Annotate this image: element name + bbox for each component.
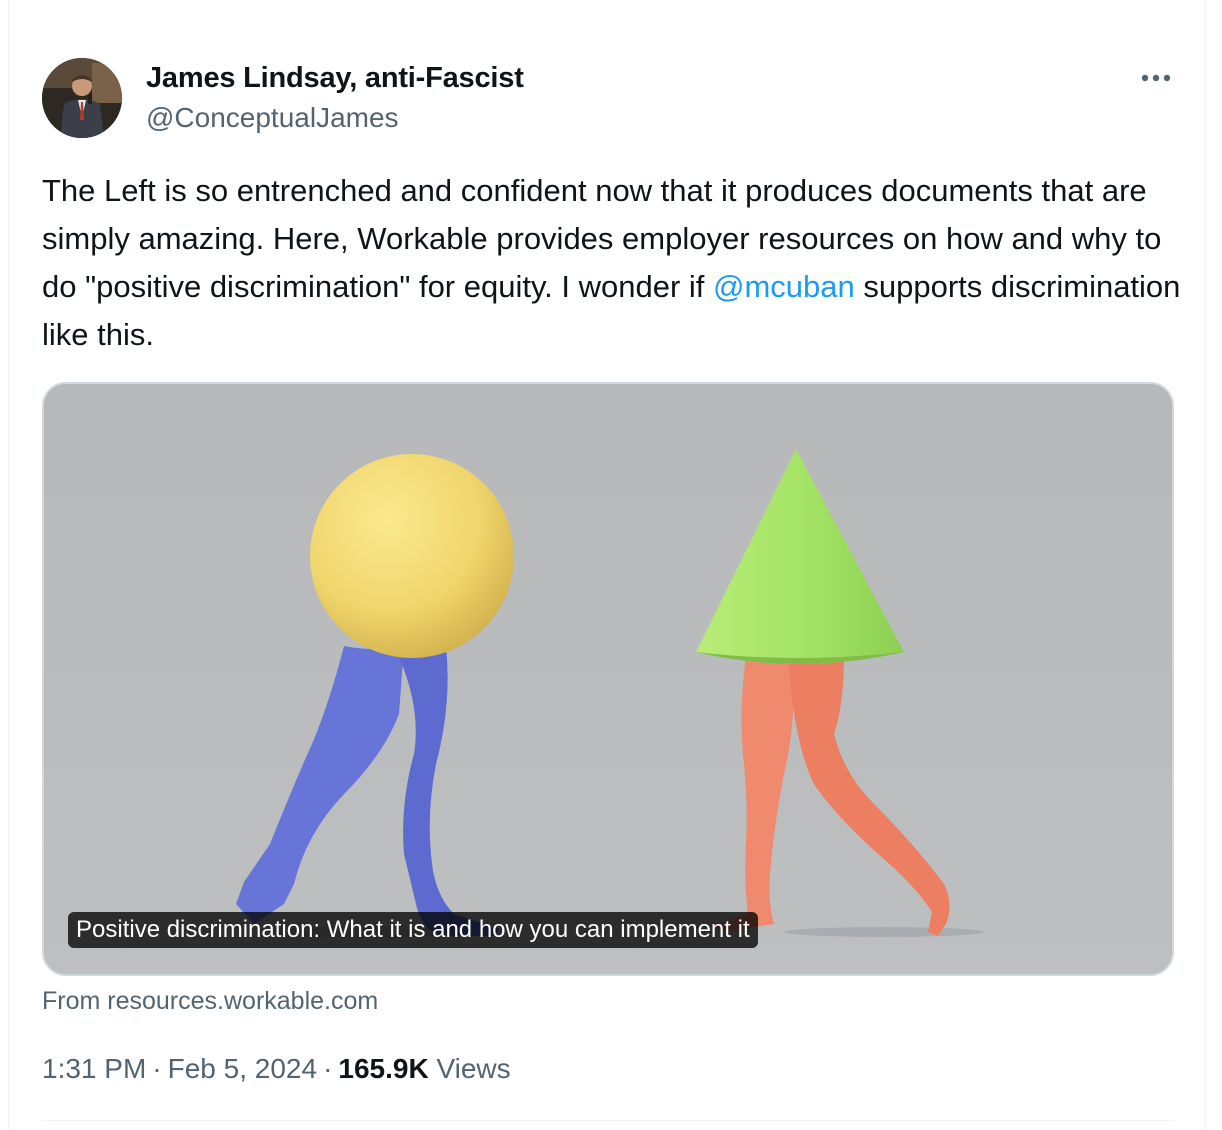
meta-separator: · xyxy=(323,1053,333,1084)
card-source[interactable]: From resources.workable.com xyxy=(42,985,378,1017)
tweet-time[interactable]: 1:31 PM xyxy=(42,1053,146,1084)
more-horizontal-icon xyxy=(1141,74,1171,82)
divider xyxy=(42,1120,1174,1121)
author-avatar[interactable] xyxy=(42,58,122,138)
card-image xyxy=(44,384,1172,974)
yellow-sphere-figure xyxy=(310,454,514,658)
views-count: 165.9K xyxy=(338,1053,429,1084)
card-title: Positive discrimination: What it is and … xyxy=(68,912,758,948)
mention-link[interactable]: @mcuban xyxy=(713,269,855,304)
author-display-name[interactable]: James Lindsay, anti-Fascist xyxy=(146,60,524,96)
more-options-button[interactable] xyxy=(1133,60,1179,96)
views-label: Views xyxy=(436,1053,511,1084)
meta-separator: · xyxy=(152,1053,162,1084)
author-handle[interactable]: @ConceptualJames xyxy=(146,100,399,136)
tweet-meta: 1:31 PM · Feb 5, 2024 · 165.9K Views xyxy=(42,1051,511,1087)
tweet-text: The Left is so entrenched and confident … xyxy=(42,167,1182,359)
avatar-photo xyxy=(42,58,122,138)
link-card[interactable]: Positive discrimination: What it is and … xyxy=(42,382,1174,976)
tweet-date[interactable]: Feb 5, 2024 xyxy=(168,1053,317,1084)
